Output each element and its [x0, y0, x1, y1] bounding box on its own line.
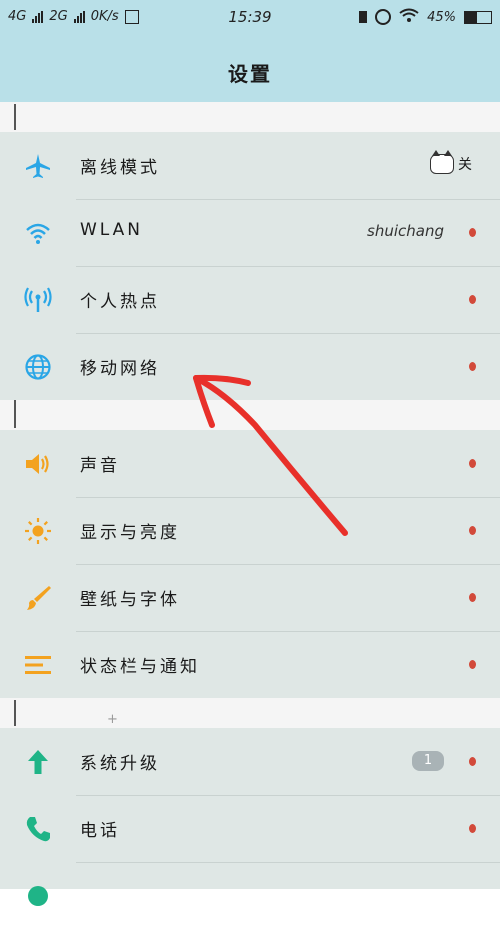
- chevron-dot-icon: [469, 757, 476, 766]
- chevron-dot-icon: [469, 660, 476, 669]
- scribble-mark: [14, 400, 16, 428]
- wifi-status-icon: [399, 8, 419, 26]
- section-gap: [0, 102, 500, 132]
- toggle-state: 关: [458, 157, 472, 173]
- row-partial: [0, 862, 500, 929]
- status-bar: 4G 2G 0K/s 15:39 45%: [0, 0, 500, 36]
- airplane-mode-toggle[interactable]: 关: [430, 150, 472, 174]
- battery-percent: 45%: [427, 9, 456, 25]
- chevron-dot-icon: [469, 362, 476, 371]
- speaker-icon: [24, 450, 52, 478]
- row-label: 电话: [80, 821, 120, 841]
- chevron-dot-icon: [469, 228, 476, 237]
- row-label: 声音: [80, 456, 120, 476]
- row-sound[interactable]: 声音: [0, 430, 500, 497]
- row-wlan[interactable]: WLAN shuichang: [0, 199, 500, 266]
- chevron-dot-icon: [469, 593, 476, 602]
- row-label: WLAN: [80, 220, 144, 240]
- row-wallpaper-font[interactable]: 壁纸与字体: [0, 564, 500, 631]
- settings-header: 设置: [0, 36, 500, 102]
- list-icon: [24, 651, 52, 679]
- update-count-badge: 1: [412, 751, 444, 771]
- alarm-icon: [375, 9, 392, 25]
- hotspot-icon: [24, 286, 52, 314]
- cat-toggle-icon: [430, 150, 454, 174]
- row-display-brightness[interactable]: 显示与亮度: [0, 497, 500, 564]
- network-settings-group: 离线模式 关 WLAN shuichang 个人热点 移动网络: [0, 132, 500, 400]
- row-label: 离线模式: [80, 158, 160, 178]
- brush-icon: [24, 584, 52, 612]
- chevron-dot-icon: [469, 459, 476, 468]
- row-label: 系统升级: [80, 754, 160, 774]
- row-phone[interactable]: 电话: [0, 795, 500, 862]
- system-settings-group: 系统升级 1 电话: [0, 728, 500, 906]
- airplane-icon: [24, 152, 52, 180]
- row-label: 个人热点: [80, 292, 160, 312]
- scribble-mark: [14, 700, 16, 726]
- globe-icon: [24, 353, 52, 381]
- row-system-update[interactable]: 系统升级 1: [0, 728, 500, 795]
- row-hotspot[interactable]: 个人热点: [0, 266, 500, 333]
- arrow-up-icon: [24, 748, 52, 776]
- battery-icon: [464, 10, 492, 24]
- chevron-dot-icon: [469, 295, 476, 304]
- wlan-network-name: shuichang: [367, 222, 444, 240]
- page-title: 设置: [228, 62, 272, 86]
- scribble-mark: [14, 104, 16, 130]
- chevron-dot-icon: [469, 824, 476, 833]
- row-label: 壁纸与字体: [80, 590, 180, 610]
- display-settings-group: 声音 显示与亮度 壁纸与字体 状态栏与通知: [0, 430, 500, 698]
- battery-saver-icon: [359, 11, 368, 23]
- status-bar-right: 45%: [359, 8, 492, 26]
- brightness-icon: [24, 517, 52, 545]
- partial-icon: [24, 882, 52, 910]
- section-gap: [0, 698, 500, 728]
- plus-mark: +: [107, 712, 118, 727]
- wifi-icon: [24, 219, 52, 247]
- chevron-dot-icon: [469, 526, 476, 535]
- row-label: 移动网络: [80, 359, 160, 379]
- row-label: 显示与亮度: [80, 523, 180, 543]
- row-mobile-network[interactable]: 移动网络: [0, 333, 500, 400]
- section-gap: [0, 400, 500, 430]
- row-statusbar-notifications[interactable]: 状态栏与通知: [0, 631, 500, 698]
- row-airplane-mode[interactable]: 离线模式 关: [0, 132, 500, 199]
- phone-icon: [24, 815, 52, 843]
- row-label: 状态栏与通知: [80, 657, 200, 677]
